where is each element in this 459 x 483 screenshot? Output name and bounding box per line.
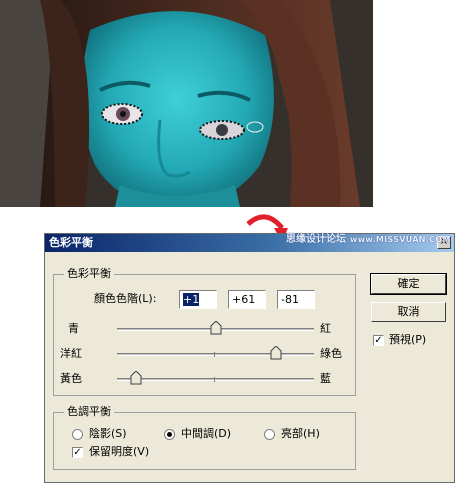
level-input-cyan-red[interactable]: +1 bbox=[179, 290, 217, 309]
highlights-radio[interactable] bbox=[264, 429, 275, 440]
preserve-luminosity-checkbox[interactable]: ✓ bbox=[72, 447, 83, 458]
cancel-button[interactable]: 取消 bbox=[371, 302, 446, 322]
shadows-label[interactable]: 陰影(S) bbox=[89, 427, 127, 441]
color-balance-group: 色彩平衡 顏色色階(L): +1 +61 -81 青 紅 洋紅 綠色 黃色 藍 bbox=[53, 267, 356, 396]
slider-red-label: 紅 bbox=[320, 322, 331, 335]
watermark-url: www.MISSVUAN.COM bbox=[350, 235, 451, 244]
color-balance-dialog: 色彩平衡 × 色彩平衡 顏色色階(L): +1 +61 -81 青 紅 洋紅 綠… bbox=[44, 233, 455, 483]
midtones-label[interactable]: 中間調(D) bbox=[181, 427, 231, 441]
slider-blue-label: 藍 bbox=[320, 372, 331, 385]
slider-cyan-red-thumb[interactable] bbox=[210, 321, 222, 335]
dialog-title: 色彩平衡 bbox=[49, 236, 93, 249]
preview-checkbox[interactable]: ✓ bbox=[373, 335, 384, 346]
slider-green-label: 綠色 bbox=[320, 347, 342, 360]
watermark: 思缘设计论坛 www.MISSVUAN.COM bbox=[286, 233, 451, 247]
shadows-radio[interactable] bbox=[72, 429, 83, 440]
tone-balance-group-label: 色調平衡 bbox=[64, 405, 114, 419]
highlights-label[interactable]: 亮部(H) bbox=[281, 427, 320, 441]
slider-cyan-label: 青 bbox=[68, 322, 79, 335]
slider-magenta-green-track[interactable] bbox=[117, 352, 314, 357]
ok-button[interactable]: 確定 bbox=[370, 273, 447, 295]
face-photo bbox=[0, 0, 373, 207]
slider-magenta-green-thumb[interactable] bbox=[270, 346, 282, 360]
level-input-magenta-green[interactable]: +61 bbox=[228, 290, 266, 309]
slider-yellow-blue-thumb[interactable] bbox=[130, 371, 142, 385]
slider-yellow-label: 黃色 bbox=[60, 372, 82, 385]
preserve-luminosity-label[interactable]: 保留明度(V) bbox=[89, 445, 149, 459]
levels-label: 顏色色階(L): bbox=[94, 292, 157, 305]
watermark-text: 思缘设计论坛 bbox=[286, 234, 346, 245]
level-input-yellow-blue[interactable]: -81 bbox=[277, 290, 315, 309]
slider-yellow-blue-track[interactable] bbox=[117, 377, 314, 382]
slider-magenta-label: 洋紅 bbox=[60, 347, 82, 360]
preview-label[interactable]: 預視(P) bbox=[389, 333, 426, 347]
tone-balance-group: 色調平衡 陰影(S) 中間調(D) 亮部(H) ✓ 保留明度(V) bbox=[53, 405, 356, 470]
midtones-radio[interactable] bbox=[164, 429, 175, 440]
color-balance-group-label: 色彩平衡 bbox=[64, 267, 114, 281]
